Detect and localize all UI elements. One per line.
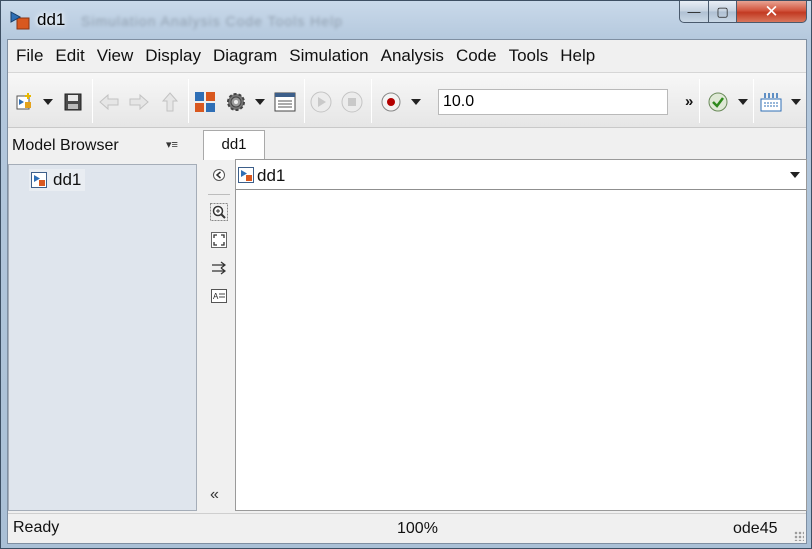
toolbar-separator — [92, 79, 93, 123]
settings-dropdown-icon[interactable] — [255, 99, 265, 105]
fit-view-icon[interactable] — [208, 230, 230, 250]
run-icon[interactable] — [308, 89, 334, 115]
maximize-button[interactable]: ▢ — [709, 1, 737, 23]
menu-diagram[interactable]: Diagram — [207, 40, 283, 72]
build-dropdown-icon[interactable] — [791, 99, 801, 105]
back-icon[interactable] — [96, 89, 122, 115]
menu-code[interactable]: Code — [450, 40, 503, 72]
menu-bar: File Edit View Display Diagram Simulatio… — [8, 40, 806, 72]
window-title: dd1 — [37, 10, 66, 29]
tab-model[interactable]: dd1 — [203, 130, 265, 160]
status-bar: Ready 100% ode45 — [8, 513, 806, 543]
toolbar: 10.0 » — [8, 72, 806, 128]
client-area: File Edit View Display Diagram Simulatio… — [7, 39, 807, 544]
menu-view[interactable]: View — [91, 40, 140, 72]
hide-show-icon[interactable] — [208, 165, 230, 185]
window-controls: — ▢ ✕ — [679, 1, 807, 25]
close-button[interactable]: ✕ — [737, 1, 807, 23]
palette-separator — [208, 194, 230, 195]
status-zoom: 100% — [397, 520, 438, 537]
menu-analysis[interactable]: Analysis — [375, 40, 450, 72]
simulink-model-icon — [31, 172, 47, 188]
check-icon[interactable] — [705, 89, 731, 115]
menu-display[interactable]: Display — [139, 40, 207, 72]
zoom-icon[interactable] — [208, 202, 230, 222]
library-browser-icon[interactable] — [192, 89, 218, 115]
status-state: Ready — [13, 519, 60, 536]
menu-tools[interactable]: Tools — [503, 40, 555, 72]
stop-time-input[interactable]: 10.0 — [438, 89, 668, 115]
menu-help[interactable]: Help — [554, 40, 601, 72]
tree-item-label: dd1 — [53, 170, 82, 189]
up-icon[interactable] — [157, 89, 183, 115]
toolbar-separator — [753, 79, 754, 123]
toolbar-separator — [699, 79, 700, 123]
toolbar-separator — [188, 79, 189, 123]
new-model-dropdown-icon[interactable] — [43, 99, 53, 105]
route-lines-icon[interactable] — [208, 258, 230, 278]
model-explorer-icon[interactable] — [272, 89, 298, 115]
record-icon[interactable] — [378, 89, 404, 115]
title-reflection: Simulation Analysis Code Tools Help — [81, 13, 343, 29]
diagram-canvas[interactable] — [236, 191, 806, 510]
new-model-icon[interactable] — [12, 89, 38, 115]
annotation-icon[interactable]: A — [208, 286, 230, 306]
model-settings-icon[interactable] — [223, 89, 249, 115]
menu-edit[interactable]: Edit — [49, 40, 90, 72]
simulink-app-icon — [10, 11, 30, 30]
forward-icon[interactable] — [126, 89, 152, 115]
tree-item-model[interactable]: dd1 — [29, 169, 86, 191]
collapse-browser-button[interactable]: « — [210, 486, 219, 504]
menu-simulation[interactable]: Simulation — [283, 40, 374, 72]
check-dropdown-icon[interactable] — [738, 99, 748, 105]
more-toolbar-button[interactable]: » — [685, 93, 693, 110]
model-browser-tree: dd1 — [8, 164, 197, 511]
canvas-palette: A « — [204, 160, 234, 510]
svg-text:A: A — [213, 292, 219, 301]
title-bar[interactable]: dd1 Simulation Analysis Code Tools Help … — [1, 1, 811, 39]
menu-file[interactable]: File — [10, 40, 49, 72]
minimize-button[interactable]: — — [679, 1, 709, 23]
model-browser-title: Model Browser — [12, 137, 119, 154]
build-icon[interactable] — [758, 89, 784, 115]
panel-menu-icon[interactable]: ▾≡ — [166, 138, 178, 151]
toolbar-separator — [371, 79, 372, 123]
address-dropdown-icon[interactable] — [790, 172, 800, 178]
status-solver[interactable]: ode45 — [733, 520, 778, 538]
record-dropdown-icon[interactable] — [411, 99, 421, 105]
resize-grip-icon[interactable] — [794, 531, 804, 541]
application-window: dd1 Simulation Analysis Code Tools Help … — [0, 0, 812, 549]
save-icon[interactable] — [60, 89, 86, 115]
model-editor: dd1 — [235, 159, 807, 511]
address-path: dd1 — [257, 166, 286, 185]
address-bar[interactable]: dd1 — [236, 160, 806, 190]
stop-icon[interactable] — [339, 89, 365, 115]
model-browser-header: Model Browser ▾≡ — [8, 129, 196, 159]
toolbar-separator — [304, 79, 305, 123]
simulink-model-icon — [238, 167, 254, 183]
